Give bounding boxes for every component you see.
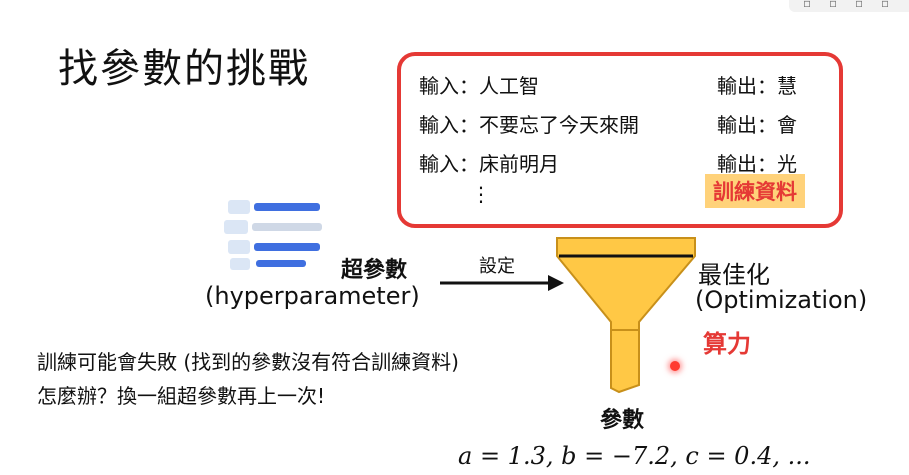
parameters-label: 參數: [600, 408, 645, 433]
ellipsis: ⋮: [471, 182, 491, 206]
window-control-icon[interactable]: ▫: [803, 0, 811, 10]
window-control-icon[interactable]: ▫: [881, 0, 889, 10]
hyperparameter-label: 超參數: [341, 258, 408, 283]
training-data-box: 輸入：人工智 輸出：慧 輸入：不要忘了今天來開 輸出：會 輸入：床前明月 輸出：…: [397, 52, 843, 228]
arrow-icon: [440, 275, 564, 291]
output-row-3: 輸出：光: [717, 152, 797, 176]
output-row-2: 輸出：會: [717, 113, 797, 137]
funnel-icon: [556, 237, 696, 394]
window-controls: ▫ ▫ ▫ ▫: [789, 0, 909, 12]
window-control-icon[interactable]: ▫: [829, 0, 837, 10]
optimization-english: (Optimization): [695, 286, 868, 314]
training-data-label: 訓練資料: [705, 174, 805, 208]
input-row-1: 輸入：人工智: [419, 74, 539, 98]
failure-note: 訓練可能會失敗 (找到的參數沒有符合訓練資料): [37, 350, 459, 374]
input-row-2: 輸入：不要忘了今天來開: [419, 113, 639, 137]
compute-label: 算力: [703, 330, 751, 358]
window-control-icon[interactable]: ▫: [855, 0, 863, 10]
retry-note: 怎麼辦？換一組超參數再上一次!: [37, 384, 326, 408]
hyperparameter-english: (hyperparameter): [205, 282, 420, 310]
laser-pointer-dot: [670, 361, 680, 371]
slide-title: 找參數的挑戰: [58, 46, 310, 92]
list-lines-icon: [224, 200, 322, 270]
optimization-label: 最佳化: [698, 261, 770, 289]
input-row-3: 輸入：床前明月: [419, 152, 559, 176]
output-row-1: 輸出：慧: [717, 74, 797, 98]
parameter-values: a = 1.3, b = −7.2, c = 0.4, ...: [458, 442, 811, 470]
